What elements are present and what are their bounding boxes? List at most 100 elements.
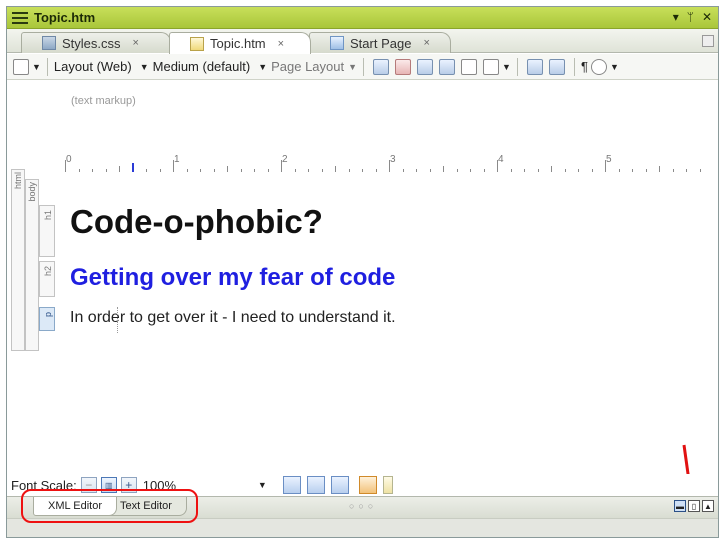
ruler-tick xyxy=(645,169,647,172)
close-window-icon[interactable]: ✕ xyxy=(702,10,712,24)
tab-label: Topic.htm xyxy=(210,36,266,51)
pin-icon[interactable]: ᛘ xyxy=(687,10,694,24)
ruler-tick xyxy=(119,166,120,172)
ruler-tick xyxy=(146,169,147,172)
preview-eye-icon[interactable] xyxy=(590,58,607,75)
show-markers-icon[interactable] xyxy=(439,58,456,75)
show-structure-top-icon[interactable] xyxy=(330,476,349,494)
zoom-dropdown[interactable]: ▼ xyxy=(32,62,41,72)
tile-view-icon[interactable] xyxy=(282,476,301,494)
ruler-tick xyxy=(200,169,201,172)
ruler-tick xyxy=(375,169,377,172)
dropdown-arrow-icon: ▼ xyxy=(258,61,268,72)
close-tab-icon[interactable]: × xyxy=(133,37,139,49)
structure-bar-html[interactable]: html xyxy=(11,169,25,351)
ruler-tick xyxy=(699,169,701,172)
ruler-tick xyxy=(281,160,282,172)
resize-grip[interactable]: ○○○ xyxy=(349,501,377,511)
ruler-tick xyxy=(510,169,512,172)
html-tag-label: html xyxy=(13,172,23,190)
ruler-tick xyxy=(470,169,471,172)
document-tab-strip: Styles.css × Topic.htm × Start Page × xyxy=(7,29,718,54)
dropdown-arrow-icon: ▼ xyxy=(139,61,149,72)
format-dropdown[interactable]: ▼ xyxy=(502,62,511,72)
editor-toolbar: ▼ Layout (Web) ▼ Medium (default) ▼ Page… xyxy=(7,54,718,80)
ruler-tick xyxy=(443,166,444,172)
structure-bar-body[interactable]: body xyxy=(25,179,39,351)
tab-styles-css[interactable]: Styles.css × xyxy=(21,32,171,53)
dropdown-arrow-icon: ▼ xyxy=(257,479,267,490)
ruler-tick xyxy=(632,169,633,172)
ruler-tick xyxy=(605,160,606,172)
ruler-number: 0 xyxy=(66,154,72,165)
toolbar-separator xyxy=(516,57,518,76)
medium-dropdown[interactable]: ▼ Medium (default) xyxy=(140,59,250,74)
show-spans-icon[interactable] xyxy=(461,58,478,75)
heading-1[interactable]: Code-o-phobic? xyxy=(70,203,323,241)
zoom-icon[interactable] xyxy=(13,58,29,75)
ruler-tick xyxy=(402,169,404,172)
tab-topic-htm[interactable]: Topic.htm × xyxy=(169,32,311,54)
text-cursor xyxy=(117,307,118,333)
ruler-tick xyxy=(429,169,431,172)
structure-bar-h2[interactable]: h2 xyxy=(39,261,55,297)
preview-dropdown[interactable]: ▼ xyxy=(610,62,619,72)
close-tab-icon[interactable]: × xyxy=(423,37,429,49)
horizontal-ruler-toggle-icon[interactable] xyxy=(358,476,377,494)
layout-dropdown[interactable]: Layout (Web) xyxy=(54,59,132,74)
ruler-tick xyxy=(578,169,579,172)
ruler-tick xyxy=(362,169,363,172)
show-structure-left-icon[interactable] xyxy=(306,476,325,494)
tab-xml-editor[interactable]: XML Editor xyxy=(33,497,118,516)
title-bar: Topic.htm ▾ ᛘ ✕ xyxy=(7,7,718,29)
condition-indicators-icon[interactable] xyxy=(548,58,565,75)
structure-bar-p[interactable]: p xyxy=(39,307,55,331)
show-tags-icon[interactable] xyxy=(373,58,390,75)
tab-overflow-icon[interactable] xyxy=(702,35,714,47)
view-mode-buttons: ▬ ▯ ▲ xyxy=(674,500,714,512)
window-title: Topic.htm xyxy=(34,10,96,25)
conditional-text-icon[interactable] xyxy=(526,58,543,75)
preview-view-icon[interactable]: ▲ xyxy=(702,500,714,512)
ruler-number: 1 xyxy=(174,154,180,165)
toolbar-separator xyxy=(573,57,575,76)
ruler-tick xyxy=(483,169,485,172)
show-blocks-icon[interactable] xyxy=(417,58,434,75)
paragraph[interactable]: In order to get over it - I need to unde… xyxy=(70,309,396,327)
layout-label: Layout (Web) xyxy=(53,59,132,74)
ruler-tick xyxy=(227,166,228,172)
ruler-tick xyxy=(348,169,350,172)
ruler-tick xyxy=(92,169,93,172)
ruler-tick xyxy=(173,160,174,172)
xml-editor-area[interactable]: (text markup) 0 1 2 3 4 5 html body h1 h2 p C… xyxy=(7,81,718,537)
window-dropdown-icon[interactable]: ▾ xyxy=(673,10,679,24)
tab-start-page[interactable]: Start Page × xyxy=(309,32,451,53)
ruler-tick xyxy=(551,166,552,172)
text-format-icon[interactable] xyxy=(483,58,500,75)
web-layout-view-icon[interactable]: ▬ xyxy=(674,500,686,512)
tab-label: Start Page xyxy=(350,35,412,51)
close-tab-icon[interactable]: × xyxy=(278,38,284,50)
editor-window: Topic.htm ▾ ᛘ ✕ Styles.css × Topic.htm ×… xyxy=(6,6,719,538)
ruler-tick xyxy=(659,166,660,172)
print-layout-view-icon[interactable]: ▯ xyxy=(688,500,700,512)
horizontal-ruler[interactable]: 0 1 2 3 4 5 xyxy=(55,154,715,172)
show-formatting-button[interactable]: ¶ xyxy=(581,59,588,74)
text-markup-label: (text markup) xyxy=(71,95,136,107)
ruler-tick xyxy=(335,166,336,172)
page-layout-label: Page Layout xyxy=(271,59,345,74)
heading-2[interactable]: Getting over my fear of code xyxy=(70,264,395,292)
show-links-icon[interactable] xyxy=(395,58,412,75)
medium-label: Medium (default) xyxy=(152,59,251,74)
ruler-tick xyxy=(254,169,255,172)
page-layout-dropdown[interactable]: ▼ Page Layout ▼ xyxy=(258,59,357,74)
ruler-tick xyxy=(591,169,593,172)
tab-label: Styles.css xyxy=(62,35,121,51)
vertical-ruler-toggle-icon[interactable] xyxy=(382,476,393,494)
h1-tag-label: h1 xyxy=(43,210,53,221)
structure-bar-h1[interactable]: h1 xyxy=(39,205,55,257)
hamburger-menu-icon[interactable] xyxy=(12,11,28,24)
ruler-tick xyxy=(524,169,525,172)
ruler-tick xyxy=(456,169,458,172)
ruler-tick xyxy=(294,169,296,172)
